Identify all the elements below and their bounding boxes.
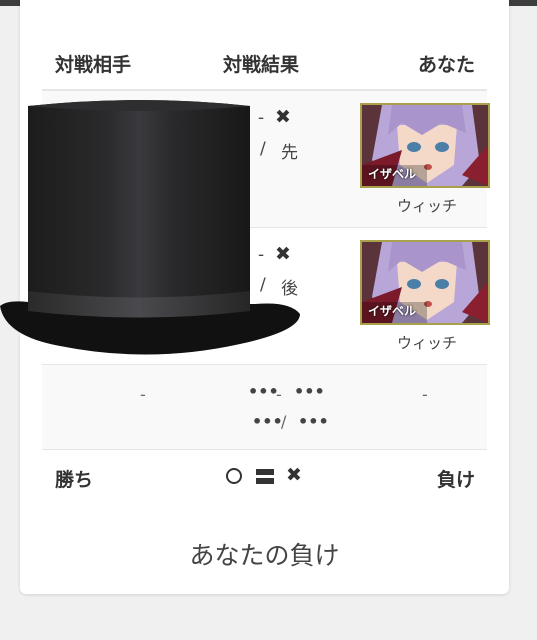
your-class: ウィッチ [396, 334, 457, 352]
your-class: ウィッチ [396, 197, 457, 215]
loss-mark-icon: ✖ [286, 464, 302, 486]
card-name-label: イザベル [368, 167, 417, 181]
header-opponent: 対戦相手 [55, 54, 132, 76]
top-hat-icon [0, 100, 300, 355]
your-card-portrait[interactable]: イザベル [360, 103, 490, 188]
result-separator: - [276, 385, 282, 404]
legend-win: 勝ち [55, 469, 94, 491]
header-result: 対戦結果 [223, 54, 300, 76]
result-left-placeholder: ••• [248, 382, 279, 401]
you-placeholder: - [422, 385, 428, 404]
draw-mark-icon [256, 469, 274, 484]
turn-separator: / [281, 412, 287, 431]
legend-lose: 負け [436, 469, 475, 491]
opponent-placeholder: - [140, 385, 146, 404]
match-verdict: あなたの負け [189, 541, 340, 570]
win-mark-icon [226, 468, 242, 484]
card-name-label: イザベル [368, 304, 417, 318]
turn-right-placeholder: ••• [298, 412, 329, 431]
result-right-placeholder: ••• [294, 382, 325, 401]
turn-left-placeholder: ••• [252, 412, 283, 431]
header-you: あなた [417, 54, 475, 76]
match-row-empty: - ••• - ••• ••• / ••• - [42, 365, 487, 450]
your-card-portrait[interactable]: イザベル [360, 240, 490, 325]
